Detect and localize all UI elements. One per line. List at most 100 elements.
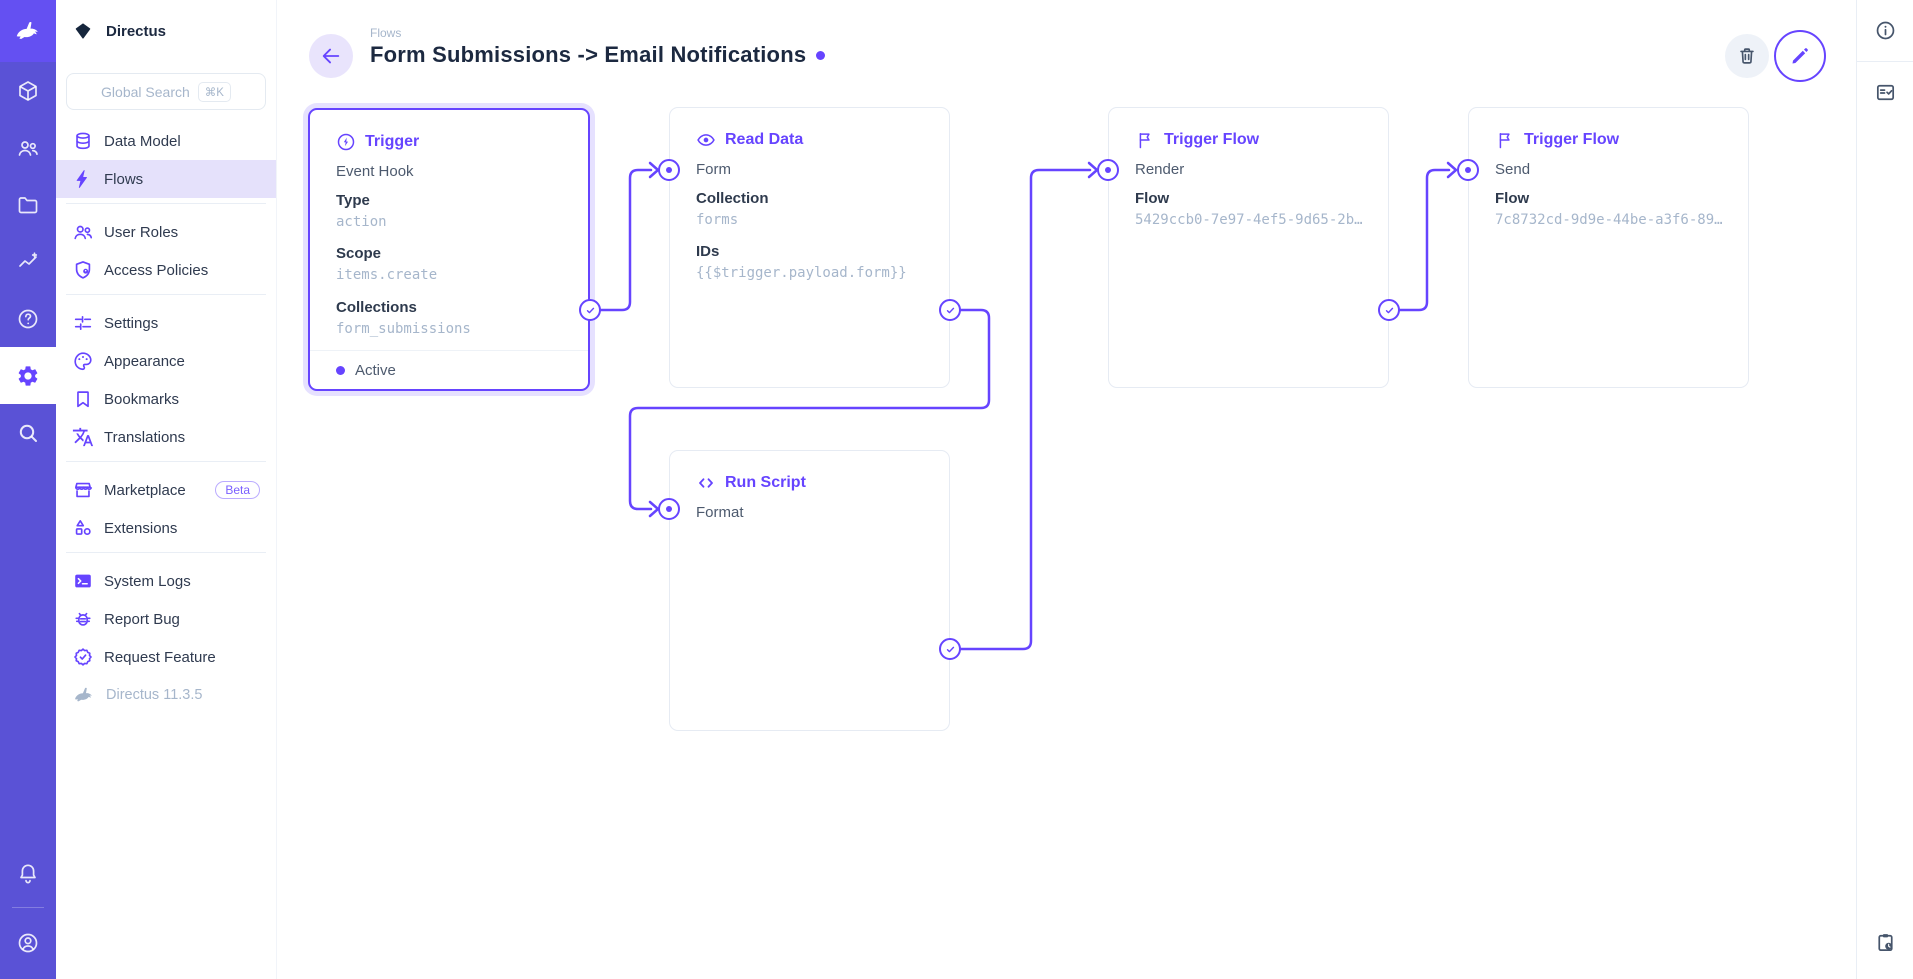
shield-lock-icon bbox=[72, 259, 94, 281]
flow-card-read-data[interactable]: Read Data Form Collection forms IDs {{$t… bbox=[669, 107, 950, 388]
flow-canvas[interactable]: Trigger Event Hook Type action Scope ite… bbox=[277, 0, 1856, 979]
bolt-icon bbox=[72, 168, 94, 190]
eye-icon bbox=[696, 130, 716, 150]
gear-icon bbox=[16, 364, 40, 388]
sidebar-item-label: Extensions bbox=[104, 520, 177, 537]
field-value: 5429ccb0-7e97-4ef5-9d65-2b… bbox=[1135, 210, 1362, 232]
connector-input-run-script[interactable] bbox=[658, 498, 680, 520]
insights-icon bbox=[16, 250, 40, 274]
card-field: Collections form_submissions bbox=[336, 297, 562, 340]
activity-log-button[interactable] bbox=[1857, 918, 1913, 979]
connector-dot bbox=[1465, 167, 1471, 173]
field-label: Scope bbox=[336, 243, 562, 265]
connector-input-trigger-flow-render[interactable] bbox=[1097, 159, 1119, 181]
flag-icon bbox=[1135, 130, 1155, 150]
sidebar-item-extensions[interactable]: Extensions bbox=[56, 509, 276, 547]
app-root: Directus Global Search ⌘K Data Model Flo… bbox=[0, 0, 1913, 979]
check-icon bbox=[944, 643, 957, 656]
sidebar-divider bbox=[66, 552, 266, 553]
notifications-button[interactable] bbox=[0, 844, 56, 901]
sidebar-item-label: Bookmarks bbox=[104, 391, 179, 408]
sidebar-item-access-policies[interactable]: Access Policies bbox=[56, 251, 276, 289]
connector-output-trigger-flow-render[interactable] bbox=[1378, 299, 1400, 321]
sidebar-item-marketplace[interactable]: Marketplace Beta bbox=[56, 471, 276, 509]
database-icon bbox=[72, 130, 94, 152]
field-value: items.create bbox=[336, 265, 562, 287]
connector-output-read-data[interactable] bbox=[939, 299, 961, 321]
flow-card-trigger-flow-render[interactable]: Trigger Flow Render Flow 5429ccb0-7e97-4… bbox=[1108, 107, 1389, 388]
card-type-label: Trigger Flow bbox=[1524, 131, 1619, 149]
module-settings[interactable] bbox=[0, 347, 56, 404]
sidebar-item-request-feature[interactable]: Request Feature bbox=[56, 638, 276, 676]
project-logo-icon bbox=[72, 20, 94, 42]
user-roles-icon bbox=[72, 221, 94, 243]
sidebar-item-label: Data Model bbox=[104, 133, 181, 150]
module-users[interactable] bbox=[0, 119, 56, 176]
connector-input-trigger-flow-send[interactable] bbox=[1457, 159, 1479, 181]
notes-panel-button[interactable] bbox=[1857, 62, 1913, 123]
sidebar-item-system-logs[interactable]: System Logs bbox=[56, 562, 276, 600]
connector-input-read-data[interactable] bbox=[658, 159, 680, 181]
card-type-label: Trigger bbox=[365, 133, 419, 151]
info-panel-button[interactable] bbox=[1857, 0, 1913, 61]
sidebar-item-label: Access Policies bbox=[104, 262, 208, 279]
bell-icon bbox=[16, 861, 40, 885]
version-row: Directus 11.3.5 bbox=[56, 676, 276, 714]
flag-icon bbox=[1495, 130, 1515, 150]
card-header: Trigger bbox=[336, 132, 562, 152]
card-field: Type action bbox=[336, 190, 562, 233]
info-icon bbox=[1874, 19, 1897, 42]
field-value: 7c8732cd-9d9e-44be-a3f6-89… bbox=[1495, 210, 1722, 232]
bolt-circle-icon bbox=[336, 132, 356, 152]
users-icon bbox=[16, 136, 40, 160]
sidebar-item-label: Settings bbox=[104, 315, 158, 332]
sidebar-item-label: System Logs bbox=[104, 573, 191, 590]
directus-logo-button[interactable] bbox=[0, 0, 56, 62]
card-name: Event Hook bbox=[336, 163, 562, 180]
module-bar bbox=[0, 0, 56, 979]
sidebar-divider bbox=[66, 294, 266, 295]
connector-dot bbox=[1105, 167, 1111, 173]
sidebar-item-label: Marketplace bbox=[104, 482, 186, 499]
right-sidebar bbox=[1856, 0, 1913, 979]
card-field: Flow 5429ccb0-7e97-4ef5-9d65-2b… bbox=[1135, 188, 1362, 231]
field-label: Flow bbox=[1495, 188, 1722, 210]
account-button[interactable] bbox=[0, 914, 56, 971]
sidebar-item-bookmarks[interactable]: Bookmarks bbox=[56, 380, 276, 418]
sidebar-item-translations[interactable]: Translations bbox=[56, 418, 276, 456]
status-dot bbox=[336, 366, 345, 375]
version-label: Directus 11.3.5 bbox=[106, 687, 202, 703]
sidebar-item-settings[interactable]: Settings bbox=[56, 304, 276, 342]
sidebar-item-user-roles[interactable]: User Roles bbox=[56, 213, 276, 251]
field-label: Collection bbox=[696, 188, 923, 210]
connector-output-run-script[interactable] bbox=[939, 638, 961, 660]
beta-badge: Beta bbox=[215, 481, 260, 499]
directus-rabbit-icon bbox=[13, 16, 43, 46]
sidebar-item-flows[interactable]: Flows bbox=[56, 160, 276, 198]
module-files[interactable] bbox=[0, 176, 56, 233]
sidebar-divider bbox=[66, 461, 266, 462]
flow-card-run-script[interactable]: Run Script Format bbox=[669, 450, 950, 731]
sidebar-item-report-bug[interactable]: Report Bug bbox=[56, 600, 276, 638]
bug-icon bbox=[72, 608, 94, 630]
connector-output-trigger[interactable] bbox=[579, 299, 601, 321]
sidebar-item-label: Request Feature bbox=[104, 649, 216, 666]
folder-icon bbox=[16, 193, 40, 217]
module-help[interactable] bbox=[0, 290, 56, 347]
sidebar-item-appearance[interactable]: Appearance bbox=[56, 342, 276, 380]
connector-dot bbox=[666, 506, 672, 512]
global-search-input[interactable]: Global Search ⌘K bbox=[66, 73, 266, 110]
sidebar-item-label: Translations bbox=[104, 429, 185, 446]
card-type-label: Run Script bbox=[725, 474, 806, 492]
module-insights[interactable] bbox=[0, 233, 56, 290]
flow-card-trigger[interactable]: Trigger Event Hook Type action Scope ite… bbox=[308, 108, 590, 391]
sidebar-item-data-model[interactable]: Data Model bbox=[56, 122, 276, 160]
search-shortcut-badge: ⌘K bbox=[198, 82, 231, 102]
module-content[interactable] bbox=[0, 62, 56, 119]
main-content: Flows Form Submissions -> Email Notifica… bbox=[277, 0, 1856, 979]
project-header[interactable]: Directus bbox=[56, 0, 276, 62]
module-search[interactable] bbox=[0, 404, 56, 461]
module-bar-spacer bbox=[0, 461, 56, 844]
flow-card-trigger-flow-send[interactable]: Trigger Flow Send Flow 7c8732cd-9d9e-44b… bbox=[1468, 107, 1749, 388]
card-type-label: Trigger Flow bbox=[1164, 131, 1259, 149]
